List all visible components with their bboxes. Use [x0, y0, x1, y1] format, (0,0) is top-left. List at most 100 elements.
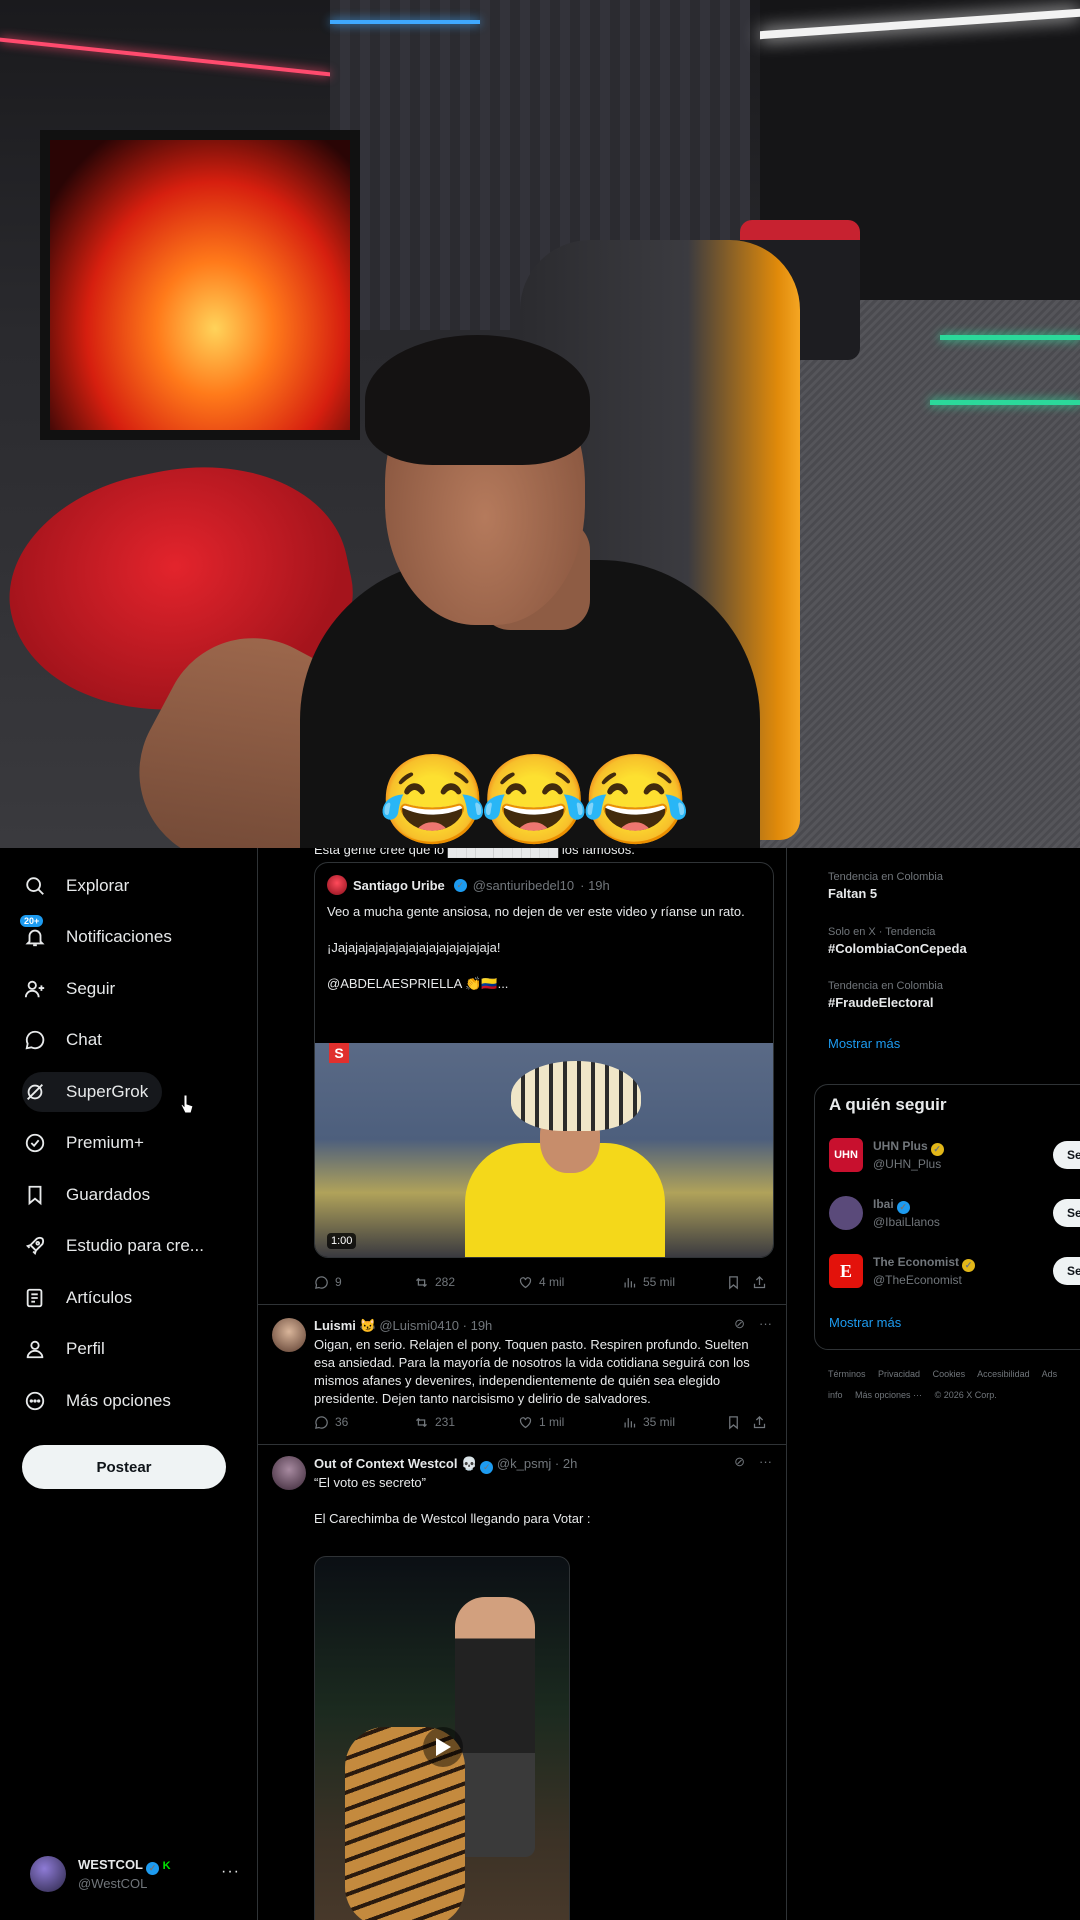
- author-name: Luismi: [314, 1318, 356, 1333]
- video-duration: 1:00: [327, 1233, 357, 1249]
- share-button[interactable]: [752, 1275, 767, 1290]
- trend-name: #FraudeElectoral: [828, 995, 934, 1010]
- person-icon: [22, 1336, 48, 1362]
- footer-link[interactable]: Cookies: [933, 1369, 966, 1379]
- suggestion-names: UHN Plus ✓ @UHN_Plus: [873, 1138, 1023, 1172]
- suggestion-handle: @IbaiLlanos: [873, 1215, 940, 1229]
- account-more-icon[interactable]: ···: [221, 1863, 240, 1881]
- like-button[interactable]: 1 mil: [518, 1415, 622, 1430]
- repost-icon: [416, 1277, 427, 1287]
- quoted-post[interactable]: Santiago Uribe ✓ @santiuribedel10 · 19h …: [314, 862, 774, 1258]
- stream-webcam-scene: 😂😂😂: [0, 0, 1080, 848]
- who-to-follow-show-more[interactable]: Mostrar más: [829, 1315, 901, 1330]
- nav-label: Estudio para cre...: [66, 1236, 204, 1255]
- bookmark-icon: [22, 1182, 48, 1208]
- more-circle-icon: [22, 1388, 48, 1414]
- reply-icon: [315, 1415, 328, 1429]
- trend-item[interactable]: Tendencia en Colombia #FraudeElectoral: [828, 979, 943, 1010]
- grok-icon[interactable]: ⊘: [734, 1316, 745, 1332]
- repost-button[interactable]: 282: [414, 1275, 518, 1290]
- nav-explore[interactable]: Explorar: [22, 866, 129, 906]
- follow-suggestion[interactable]: Ibai✓@IbaiLlanos Segu: [829, 1193, 1080, 1233]
- heart-icon: [519, 1416, 532, 1428]
- author-handle: @k_psmj: [496, 1456, 552, 1471]
- fireplace-screen: [40, 130, 360, 440]
- like-count: 1 mil: [539, 1415, 565, 1429]
- follow-suggestion[interactable]: E The Economist✓@TheEconomist Segu: [829, 1251, 1080, 1291]
- nav-creator-studio[interactable]: Estudio para cre...: [22, 1226, 204, 1266]
- nav-label: Perfil: [66, 1339, 105, 1358]
- green-neon-strip: [940, 335, 1080, 340]
- post-text-line-1: “El voto es secreto”: [314, 1475, 426, 1490]
- x-app: Explorar 20+ Notificaciones Seguir Chat …: [0, 848, 1080, 1920]
- account-names: WESTCOL ✓ K @WestCOL: [78, 1856, 171, 1892]
- footer-link[interactable]: Más opciones ···: [855, 1390, 922, 1400]
- nav-premium[interactable]: Premium+: [22, 1123, 144, 1163]
- like-button[interactable]: 4 mil: [518, 1275, 622, 1290]
- suggestion-name: The Economist: [873, 1255, 960, 1269]
- reply-button[interactable]: 9: [314, 1275, 414, 1290]
- nav-supergrok[interactable]: SuperGrok: [22, 1072, 163, 1112]
- reply-count: 9: [335, 1275, 342, 1289]
- follow-suggestion[interactable]: UHN UHN Plus✓@UHN_Plus Segu: [829, 1135, 1080, 1175]
- quoted-post-header: Santiago Uribe ✓ @santiuribedel10 · 19h: [327, 875, 610, 895]
- avatar: [327, 875, 347, 895]
- views-chart-icon: [624, 1417, 636, 1427]
- account-switcher[interactable]: WESTCOL ✓ K @WestCOL ···: [30, 1853, 240, 1895]
- nav-bookmarks[interactable]: Guardados: [22, 1175, 150, 1215]
- nav-articles[interactable]: Artículos: [22, 1278, 132, 1318]
- views-button[interactable]: 55 mil: [622, 1275, 726, 1290]
- play-icon[interactable]: [423, 1727, 463, 1767]
- video-figure-hat: [511, 1061, 641, 1131]
- suggestion-names: The Economist ✓ @TheEconomist: [873, 1254, 1023, 1288]
- repost-button[interactable]: 231: [414, 1415, 518, 1430]
- quoted-author-handle: @santiuribedel10: [472, 877, 575, 893]
- post-time: · 2h: [554, 1456, 578, 1471]
- add-person-icon: [22, 976, 48, 1002]
- who-to-follow: A quién seguir UHN UHN Plus ✓ @UHN_Plus Se…: [814, 1084, 1080, 1350]
- follow-button[interactable]: Segu: [1053, 1199, 1080, 1227]
- nav-profile[interactable]: Perfil: [22, 1329, 105, 1369]
- trend-item[interactable]: Solo en X · Tendencia #ColombiaConCepeda: [828, 925, 967, 956]
- post-header: Out of Context Westcol 💀 ✓ @k_psmj · 2h: [314, 1456, 577, 1474]
- account-name: WESTCOL: [78, 1857, 143, 1872]
- reply-icon: [315, 1275, 328, 1289]
- quoted-video[interactable]: S 1:00: [315, 1043, 773, 1257]
- nav-notifications[interactable]: 20+ Notificaciones: [20, 915, 172, 957]
- nav-more-options[interactable]: Más opciones: [22, 1381, 171, 1421]
- post-time: · 19h: [462, 1318, 493, 1333]
- post-video[interactable]: [314, 1556, 570, 1920]
- quoted-author-name: Santiago Uribe: [353, 877, 445, 893]
- trends-show-more[interactable]: Mostrar más: [828, 1036, 900, 1051]
- reply-button[interactable]: 36: [314, 1415, 414, 1430]
- footer-link[interactable]: Términos: [828, 1369, 866, 1379]
- bookmark-button[interactable]: [726, 1415, 752, 1430]
- post-text: Oigan, en serio. Relajen el pony. Toquen…: [314, 1337, 750, 1406]
- avatar: [272, 1318, 306, 1352]
- notification-badge: 20+: [20, 915, 44, 927]
- nav-follow[interactable]: Seguir: [22, 969, 115, 1009]
- share-button[interactable]: [752, 1415, 767, 1430]
- more-icon[interactable]: ···: [759, 1454, 772, 1470]
- follow-button[interactable]: Segu: [1053, 1141, 1080, 1169]
- bookmark-button[interactable]: [726, 1275, 752, 1290]
- laughing-emojis: 😂😂😂: [378, 750, 691, 848]
- nav-label: Explorar: [66, 876, 130, 895]
- footer-link[interactable]: Accesibilidad: [977, 1369, 1030, 1379]
- grok-icon[interactable]: ⊘: [734, 1454, 745, 1470]
- post-button[interactable]: Postear: [22, 1445, 226, 1489]
- nav-chat[interactable]: Chat: [22, 1020, 102, 1060]
- account-handle: @WestCOL: [78, 1876, 148, 1891]
- more-icon[interactable]: ···: [759, 1316, 772, 1332]
- quoted-post-text: Veo a mucha gente ansiosa, no dejen de v…: [327, 904, 745, 991]
- post-header: Luismi 😼 @Luismi0410 · 19h: [314, 1318, 492, 1334]
- nav-label: Notificaciones: [66, 927, 172, 946]
- footer-link[interactable]: Privacidad: [878, 1369, 920, 1379]
- verified-badge-icon: ✓: [146, 1862, 159, 1875]
- views-count: 35 mil: [643, 1415, 676, 1429]
- trend-item[interactable]: Tendencia en Colombia Faltan 5: [828, 870, 943, 901]
- search-icon: [22, 873, 48, 899]
- suggestion-name: Ibai: [873, 1197, 894, 1211]
- follow-button[interactable]: Segu: [1053, 1257, 1080, 1285]
- views-button[interactable]: 35 mil: [622, 1415, 726, 1430]
